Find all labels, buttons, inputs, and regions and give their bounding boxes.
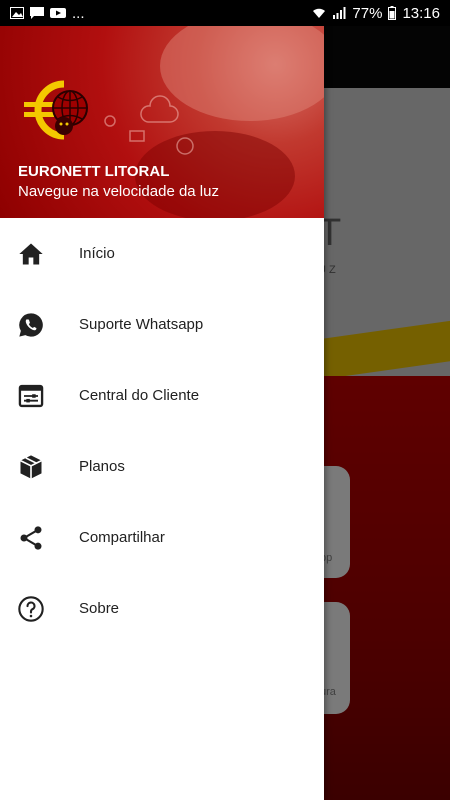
menu-item-central-do-cliente[interactable]: Central do Cliente xyxy=(0,360,324,431)
drawer-menu: Início Suporte Whatsapp Central do Clien… xyxy=(0,218,324,644)
battery-icon xyxy=(388,6,397,20)
drawer-subtitle: Navegue na velocidade da luz xyxy=(18,183,219,200)
menu-item-suporte-whatsapp[interactable]: Suporte Whatsapp xyxy=(0,289,324,360)
wifi-icon xyxy=(313,8,326,18)
euronett-logo-icon xyxy=(24,80,88,140)
menu-item-sobre[interactable]: Sobre xyxy=(0,573,324,644)
message-notification-icon xyxy=(30,7,44,19)
menu-item-label: Planos xyxy=(79,458,125,475)
signal-icon xyxy=(333,7,346,19)
whatsapp-icon xyxy=(19,312,43,337)
menu-item-label: Central do Cliente xyxy=(79,387,200,404)
home-icon xyxy=(19,243,43,264)
drawer-header: EURONETT LITORAL Navegue na velocidade d… xyxy=(0,26,324,218)
youtube-notification-icon xyxy=(50,8,66,18)
status-bar: ... 77% 13:16 xyxy=(0,0,450,26)
gallery-notification-icon xyxy=(10,7,24,19)
menu-item-inicio[interactable]: Início xyxy=(0,218,324,289)
battery-percent: 77% xyxy=(352,4,383,22)
menu-item-label: Suporte Whatsapp xyxy=(79,316,204,333)
customer-center-icon xyxy=(18,384,44,407)
clock: 13:16 xyxy=(402,4,440,22)
help-circle-icon xyxy=(18,595,44,622)
navigation-drawer: EURONETT LITORAL Navegue na velocidade d… xyxy=(0,26,324,800)
menu-item-compartilhar[interactable]: Compartilhar xyxy=(0,502,324,573)
more-notifications: ... xyxy=(72,4,85,22)
share-icon xyxy=(20,525,42,550)
drawer-title: EURONETT LITORAL xyxy=(18,163,170,180)
menu-item-label: Compartilhar xyxy=(79,529,165,546)
menu-item-label: Sobre xyxy=(79,600,120,617)
box-icon xyxy=(20,454,42,479)
menu-item-label: Início xyxy=(79,245,115,262)
menu-item-planos[interactable]: Planos xyxy=(0,431,324,502)
